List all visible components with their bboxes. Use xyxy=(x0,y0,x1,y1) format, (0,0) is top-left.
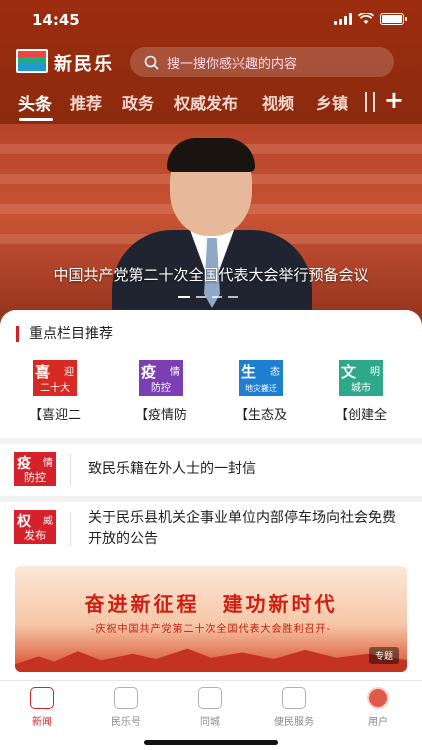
nav-news[interactable]: 新闻 xyxy=(0,687,84,728)
tab-bar: 头条 推荐 政务 权威发布 视频 乡镇 + xyxy=(0,86,422,122)
promo-headline: 奋进新征程 建功新时代 xyxy=(84,592,338,616)
tab-overflow-indicator xyxy=(365,92,375,112)
signal-icon xyxy=(334,13,352,25)
shengtai-icon: 生 态 地灾搬迁 xyxy=(239,360,283,396)
hero-photo xyxy=(112,138,312,334)
search-bar[interactable]: 搜一搜你感兴趣的内容 xyxy=(130,47,394,77)
app-bar: 新民乐 搜一搜你感兴趣的内容 xyxy=(0,46,422,78)
featured-item-wenming[interactable]: 文 明 城市 【创建全 xyxy=(318,360,404,423)
carousel-dots xyxy=(178,296,238,298)
wifi-icon xyxy=(358,13,374,24)
news-row[interactable]: 疫 情 防控 致民乐籍在外人士的一封信 xyxy=(0,444,422,496)
nav-local[interactable]: 同城 xyxy=(168,687,252,728)
tab-official-release[interactable]: 权威发布 xyxy=(174,90,238,114)
skyline-decor xyxy=(15,648,407,672)
search-icon xyxy=(144,55,159,70)
promo-banner[interactable]: 奋进新征程 建功新时代 -庆祝中国共产党第二十次全国代表大会胜利召开- 专题 xyxy=(15,566,407,672)
news-title: 关于民乐县机关企事业单位内部停车场向社会免费开放的公告 xyxy=(88,510,396,547)
featured-item-label: 【疫情防 xyxy=(134,408,187,423)
city-icon xyxy=(198,687,222,709)
featured-item-xiying[interactable]: 喜 迎 二十大 【喜迎二 xyxy=(12,360,98,423)
tab-active-indicator xyxy=(19,118,53,121)
status-time: 14:45 xyxy=(32,11,80,29)
featured-item-label: 【创建全 xyxy=(334,408,387,423)
nav-minle-hao[interactable]: 民乐号 xyxy=(84,687,168,728)
news-icon xyxy=(30,687,54,709)
yiqing-icon: 疫 情 防控 xyxy=(139,360,183,396)
nav-label: 新闻 xyxy=(32,717,52,728)
news-row[interactable]: 权 威 发布 关于民乐县机关企事业单位内部停车场向社会免费开放的公告 xyxy=(0,502,422,558)
app-logo xyxy=(16,49,48,73)
hero-caption: 中国共产党第二十次全国代表大会举行预备会议 xyxy=(53,266,369,284)
news-title: 致民乐籍在外人士的一封信 xyxy=(88,461,256,477)
promo-tag: 专题 xyxy=(368,647,399,664)
tab-video[interactable]: 视频 xyxy=(262,90,294,114)
tab-township[interactable]: 乡镇 xyxy=(316,90,348,114)
news-divider xyxy=(70,512,71,546)
wenming-icon: 文 明 城市 xyxy=(339,360,383,396)
nav-label: 便民服务 xyxy=(274,717,314,728)
tab-government[interactable]: 政务 xyxy=(122,90,154,114)
status-icons xyxy=(334,13,407,25)
battery-icon xyxy=(380,13,407,25)
nav-label: 用户 xyxy=(368,717,388,728)
featured-item-label: 【喜迎二 xyxy=(28,408,81,423)
xiying-icon: 喜 迎 二十大 xyxy=(33,360,77,396)
search-placeholder: 搜一搜你感兴趣的内容 xyxy=(167,56,298,72)
avatar xyxy=(367,687,389,709)
featured-item-shengtai[interactable]: 生 态 地灾搬迁 【生态及 xyxy=(218,360,304,423)
nav-label: 同城 xyxy=(200,717,220,728)
promo-subline: -庆祝中国共产党第二十次全国代表大会胜利召开- xyxy=(90,624,332,635)
app-screen: 14:45 新民乐 搜一搜你感兴趣的内容 头条 推荐 政务 权威发布 视频 乡镇… xyxy=(0,0,422,750)
handshake-icon xyxy=(282,687,306,709)
tab-headlines[interactable]: 头条 xyxy=(18,90,52,115)
tab-recommend[interactable]: 推荐 xyxy=(70,90,102,114)
official-badge-icon: 权 威 发布 xyxy=(14,510,56,544)
add-channel-icon[interactable]: + xyxy=(384,86,404,114)
hero-banner[interactable]: 中国共产党第二十次全国代表大会举行预备会议 xyxy=(0,124,422,334)
status-bar: 14:45 xyxy=(0,0,422,40)
featured-item-label: 【生态及 xyxy=(234,408,287,423)
app-name: 新民乐 xyxy=(54,54,114,75)
home-indicator xyxy=(144,740,278,745)
featured-item-yiqing[interactable]: 疫 情 防控 【疫情防 xyxy=(118,360,204,423)
news-divider xyxy=(70,454,71,486)
section-title: 重点栏目推荐 xyxy=(16,326,113,342)
epidemic-badge-icon: 疫 情 防控 xyxy=(14,452,56,486)
grid-icon xyxy=(114,687,138,709)
nav-user[interactable]: 用户 xyxy=(336,687,420,728)
featured-section: 重点栏目推荐 喜 迎 二十大 【喜迎二 疫 情 防控 【疫情防 生 态 地灾搬迁 xyxy=(0,310,422,438)
nav-services[interactable]: 便民服务 xyxy=(252,687,336,728)
nav-label: 民乐号 xyxy=(111,717,141,728)
